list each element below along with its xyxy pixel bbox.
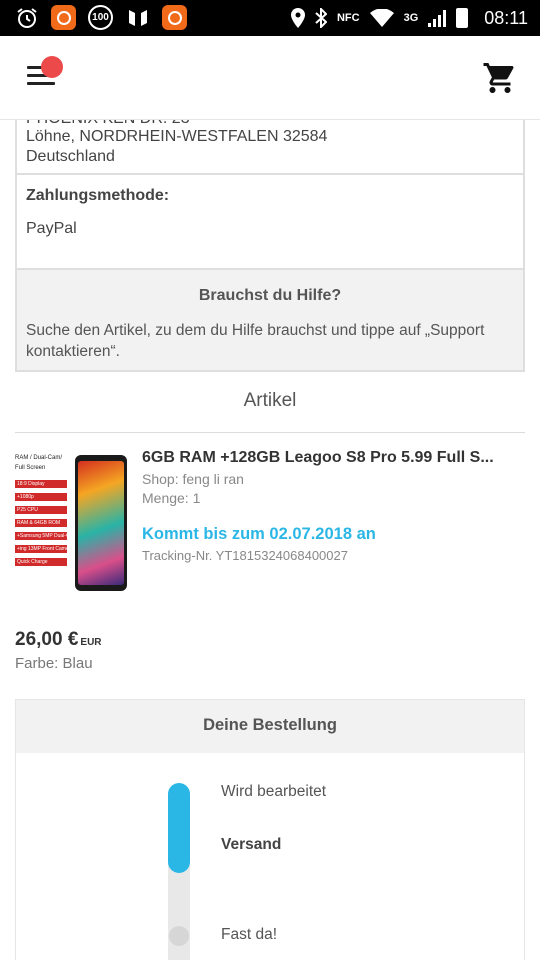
image-feature-bar: Quick Charge bbox=[15, 558, 67, 566]
tracking-number: Tracking-Nr. YT1815324068400027 bbox=[142, 548, 348, 563]
clock: 08:11 bbox=[484, 7, 528, 28]
image-feature-bar: +1080p bbox=[15, 493, 67, 501]
wifi-icon bbox=[369, 9, 394, 27]
image-feature-bar: +Samsung 5MP Dual-Cam bbox=[15, 532, 67, 540]
order-details[interactable]: PHOENIX KEN DR. 23 Löhne, NORDRHEIN-WEST… bbox=[0, 120, 540, 960]
progress-fill bbox=[168, 783, 190, 873]
product-price: 26,00 € EUR bbox=[15, 629, 102, 651]
help-title: Brauchst du Hilfe? bbox=[198, 287, 342, 304]
bluetooth-icon bbox=[315, 8, 327, 28]
price-amount: 26,00 € bbox=[15, 629, 79, 650]
phone-picture bbox=[75, 455, 127, 591]
order-step: Fast da! bbox=[221, 926, 277, 943]
address-city: Löhne, NORDRHEIN-WESTFALEN 32584 bbox=[26, 128, 328, 145]
payment-method-label: Zahlungsmethode: bbox=[26, 187, 170, 204]
items-section-title: Artikel bbox=[243, 390, 297, 411]
nfc-label: NFC bbox=[336, 12, 360, 24]
delivery-estimate: Kommt bis zum 02.07.2018 an bbox=[142, 525, 376, 543]
image-feature-bar: RAM & 64GB ROM bbox=[15, 519, 67, 527]
image-feature-bar: P25 CPU bbox=[15, 506, 67, 514]
system-indicators: NFC 3G 08:11 bbox=[290, 0, 528, 36]
alarm-icon bbox=[14, 5, 39, 30]
battery-icon bbox=[456, 8, 469, 28]
progress-step-dot bbox=[169, 926, 189, 946]
help-text: Suche den Artikel, zu dem du Hilfe brauc… bbox=[26, 322, 485, 360]
image-feature-bar: +ing 13MP Front Camera bbox=[15, 545, 67, 553]
app-notification-icon-2 bbox=[162, 5, 187, 30]
app-notification-icon bbox=[51, 5, 76, 30]
price-currency: EUR bbox=[80, 637, 102, 648]
product-title[interactable]: 6GB RAM +128GB Leagoo S8 Pro 5.99 Full S… bbox=[142, 449, 525, 467]
notification-icons: 100 bbox=[14, 5, 187, 30]
signal-icon bbox=[428, 9, 447, 27]
order-step-active: Versand bbox=[221, 836, 282, 853]
address-country: Deutschland bbox=[26, 148, 115, 165]
help-card[interactable]: Brauchst du Hilfe? Suche den Artikel, zu… bbox=[15, 268, 525, 372]
product-image[interactable]: RAM / Dual-Cam/ Full Screen 18:9 Display… bbox=[15, 453, 127, 593]
divider bbox=[15, 432, 525, 433]
product-shop: Shop: feng li ran bbox=[142, 471, 244, 487]
battery-badge-text: 100 bbox=[92, 12, 109, 23]
image-text: Full Screen bbox=[15, 465, 46, 471]
notification-dot bbox=[41, 56, 63, 78]
battery-saver-icon: 100 bbox=[88, 5, 113, 30]
product-quantity: Menge: 1 bbox=[142, 490, 201, 506]
order-status-card: Deine Bestellung Wird bearbeitet Versand… bbox=[15, 699, 525, 960]
status-bar: 100 NFC 3G 08:11 bbox=[0, 0, 540, 36]
shopping-cart-icon[interactable] bbox=[482, 60, 518, 96]
order-status-title: Deine Bestellung bbox=[203, 716, 337, 734]
app-header bbox=[0, 36, 540, 120]
network-type: 3G bbox=[403, 12, 419, 24]
order-status-header: Deine Bestellung bbox=[16, 700, 524, 753]
divider bbox=[17, 173, 523, 175]
product-color: Farbe: Blau bbox=[15, 655, 93, 672]
shield-app-icon bbox=[125, 5, 150, 30]
location-icon bbox=[290, 8, 305, 28]
address-street: PHOENIX KEN DR. 23 bbox=[26, 120, 190, 128]
order-step: Wird bearbeitet bbox=[221, 783, 327, 800]
payment-method-value: PayPal bbox=[26, 220, 77, 237]
image-feature-bar: 18:9 Display bbox=[15, 480, 67, 488]
image-text: RAM / Dual-Cam/ bbox=[15, 455, 63, 461]
